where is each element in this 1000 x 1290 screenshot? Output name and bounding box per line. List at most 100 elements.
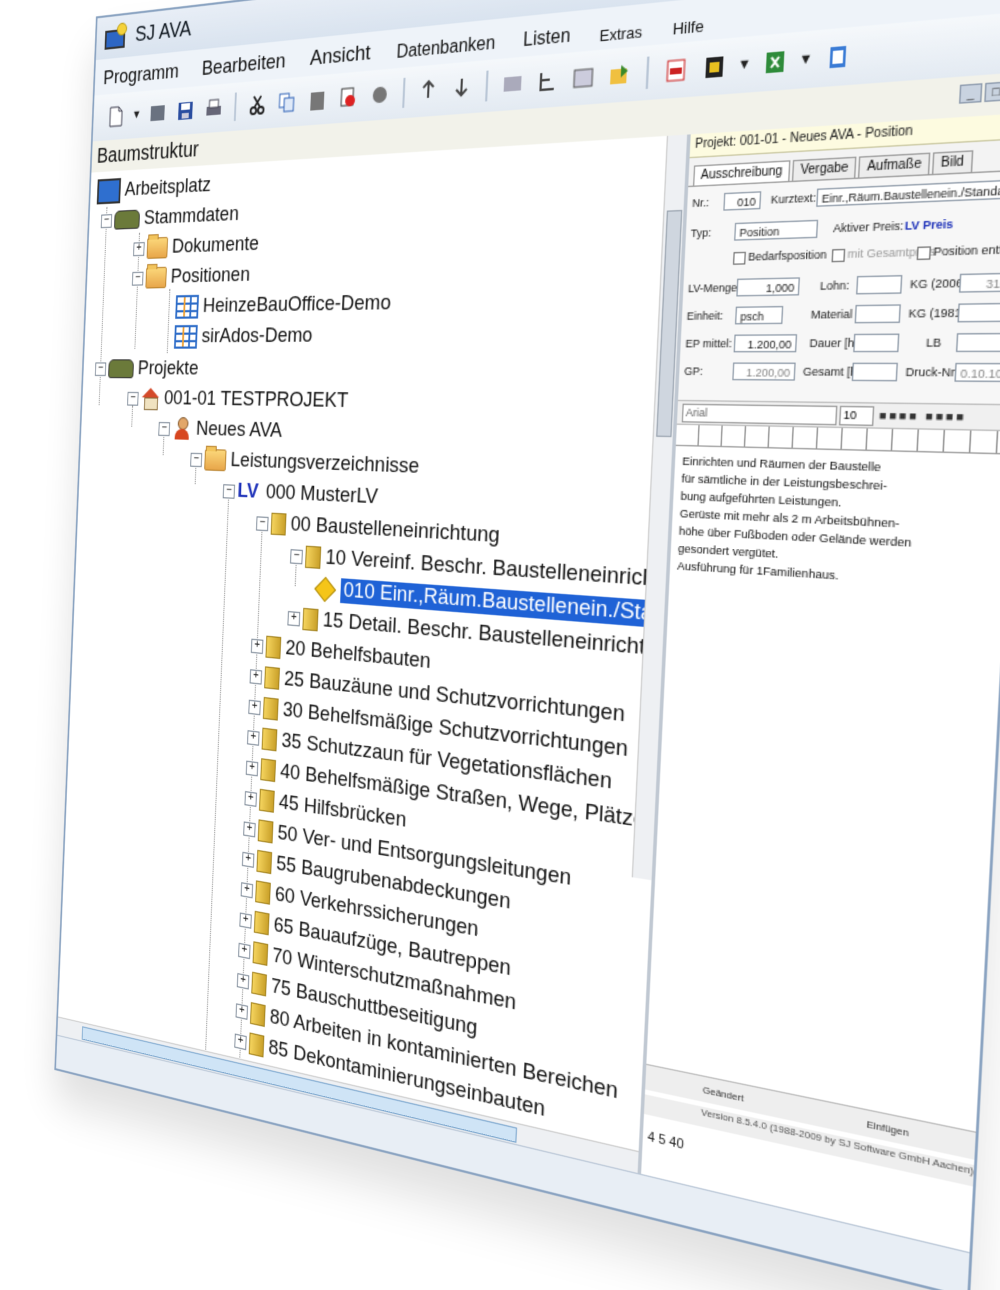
tree-node-sirados[interactable]: sirAdos-Demo	[173, 322, 313, 351]
lv-menge-field[interactable]: 1,000	[736, 277, 800, 297]
expand-toggle-icon[interactable]: +	[238, 942, 251, 959]
gp-field: 1.200,00	[732, 362, 796, 381]
checkbox-icon[interactable]	[916, 245, 932, 260]
record-icon[interactable]	[366, 79, 393, 111]
book-icon[interactable]	[698, 49, 731, 85]
tree-node-testprojekt[interactable]: − 001-01 TESTPROJEKT	[127, 385, 349, 416]
lb-field[interactable]	[955, 332, 1000, 353]
tree-node-positionen[interactable]: − Positionen	[131, 261, 251, 292]
new-dropdown-arrow-icon[interactable]: ▼	[132, 108, 142, 121]
expand-toggle-icon[interactable]: +	[235, 1002, 249, 1020]
group-icon	[249, 1002, 266, 1027]
group-icon	[253, 910, 270, 936]
position-entfaellt-checkbox[interactable]: Position entfällt	[916, 242, 1000, 260]
checkbox-icon[interactable]	[732, 251, 746, 265]
collapse-toggle-icon[interactable]: −	[127, 391, 139, 406]
book-dropdown-arrow-icon[interactable]: ▼	[737, 57, 751, 73]
export-icon[interactable]	[604, 58, 635, 93]
gesamt-field[interactable]	[851, 362, 898, 382]
expand-toggle-icon[interactable]: +	[240, 881, 254, 898]
expand-toggle-icon[interactable]: +	[133, 241, 145, 256]
tree-node-label: Neues AVA	[195, 417, 283, 443]
toolbar-separator	[484, 70, 489, 102]
collapse-toggle-icon[interactable]: −	[222, 483, 236, 499]
menu-hilfe[interactable]: Hilfe	[672, 17, 704, 44]
position-entfaellt-label: Position entfällt	[933, 242, 1000, 259]
expand-toggle-icon[interactable]: +	[244, 790, 257, 807]
collapse-toggle-icon[interactable]: −	[190, 452, 203, 467]
tree-node-heinze[interactable]: HeinzeBauOffice-Demo	[175, 289, 391, 321]
expand-toggle-icon[interactable]: +	[236, 972, 250, 990]
druck-field[interactable]: 0.10.10	[954, 362, 1000, 383]
excel-dropdown-arrow-icon[interactable]: ▼	[798, 51, 813, 68]
expand-toggle-icon[interactable]: +	[247, 729, 260, 746]
folder-icon	[145, 266, 167, 289]
expand-toggle-icon[interactable]: +	[234, 1032, 247, 1050]
expand-toggle-icon[interactable]: +	[250, 638, 264, 654]
pdf-icon[interactable]	[660, 53, 692, 88]
excel-icon[interactable]	[758, 44, 792, 80]
collapse-toggle-icon[interactable]: −	[94, 361, 107, 376]
collapse-toggle-icon[interactable]: −	[131, 271, 144, 286]
kg2006-field[interactable]: 310	[959, 272, 1000, 293]
tree-node-neues-ava[interactable]: − Neues AVA	[158, 415, 282, 446]
main-window: SJ AVA Programm Bearbeiten Ansicht Daten…	[54, 0, 1000, 1290]
image-icon[interactable]	[568, 61, 599, 95]
maximize-icon[interactable]: □	[984, 81, 1000, 103]
bedarfsposition-checkbox[interactable]: Bedarfsposition	[732, 248, 827, 265]
expand-toggle-icon[interactable]: +	[239, 911, 252, 929]
move-up-icon[interactable]	[414, 75, 442, 107]
collapse-toggle-icon[interactable]: −	[100, 213, 113, 228]
collapse-toggle-icon[interactable]: −	[158, 421, 171, 436]
tree-node-arbeitsplatz[interactable]: Arbeitsplatz	[96, 171, 212, 205]
new-document-icon[interactable]	[105, 102, 128, 131]
delete-icon[interactable]	[335, 82, 362, 114]
ep-mittel-field[interactable]: 1.200,00	[733, 334, 798, 353]
einheit-select[interactable]: psch	[734, 305, 784, 325]
open-icon[interactable]	[146, 98, 170, 128]
expand-toggle-icon[interactable]: +	[245, 760, 259, 776]
tab-vergabe[interactable]: Vergabe	[792, 156, 857, 181]
expand-toggle-icon[interactable]: +	[243, 820, 256, 837]
tree-node-projekte[interactable]: − Projekte	[94, 355, 199, 383]
lv-icon: LV	[237, 479, 259, 504]
font-size-select[interactable]: 10	[839, 405, 875, 427]
long-text-editor[interactable]: Einrichten und Räumen der Baustelle für s…	[660, 446, 1000, 811]
collapse-toggle-icon[interactable]: −	[256, 515, 269, 531]
minimize-icon[interactable]: _	[958, 83, 983, 104]
tree-node-dokumente[interactable]: + Dokumente	[133, 230, 260, 263]
ep-mittel-label: EP mittel:	[685, 337, 733, 350]
expand-toggle-icon[interactable]: +	[241, 851, 255, 868]
tree-icon[interactable]	[532, 64, 562, 98]
expand-toggle-icon[interactable]: +	[249, 668, 263, 685]
cut-icon[interactable]	[245, 90, 270, 121]
expand-toggle-icon[interactable]: +	[287, 610, 301, 626]
copy-icon[interactable]	[274, 87, 300, 118]
document-blue-icon[interactable]	[820, 39, 856, 76]
checkbox-icon[interactable]	[831, 248, 846, 262]
grid-icon[interactable]	[498, 67, 528, 100]
table-icon	[175, 294, 199, 319]
paste-icon[interactable]	[304, 84, 330, 115]
collapse-toggle-icon[interactable]: −	[290, 548, 303, 564]
tree-node-musterlv[interactable]: − LV 000 MusterLV	[222, 477, 378, 513]
dauer-field[interactable]	[853, 333, 900, 353]
format-buttons-icon[interactable]: ■■■■ ■■■■	[879, 409, 967, 424]
tree-panel: Arbeitsplatz − Stammdaten + Dokumente − …	[57, 134, 691, 1176]
tree-node-stammdaten[interactable]: − Stammdaten	[100, 200, 240, 234]
nr-field[interactable]: 010	[723, 191, 762, 211]
font-select[interactable]: Arial	[681, 403, 838, 426]
tree-node-label: 001-01 TESTPROJEKT	[163, 387, 349, 413]
expand-toggle-icon[interactable]: +	[248, 699, 261, 715]
tab-bild[interactable]: Bild	[931, 150, 973, 174]
kg1981-field[interactable]	[957, 302, 1000, 323]
move-down-icon[interactable]	[447, 72, 476, 105]
print-icon[interactable]	[201, 93, 225, 123]
kurztext-field[interactable]: Einr.,Räum.Baustellenein./Standard, 1Fam…	[816, 179, 1000, 207]
tab-aufmasse[interactable]: Aufmaße	[858, 152, 931, 178]
save-icon[interactable]	[173, 96, 197, 126]
material-field[interactable]	[854, 304, 901, 324]
typ-select[interactable]: Position	[734, 219, 819, 241]
lohn-field[interactable]	[856, 275, 903, 295]
group-icon	[252, 941, 269, 966]
